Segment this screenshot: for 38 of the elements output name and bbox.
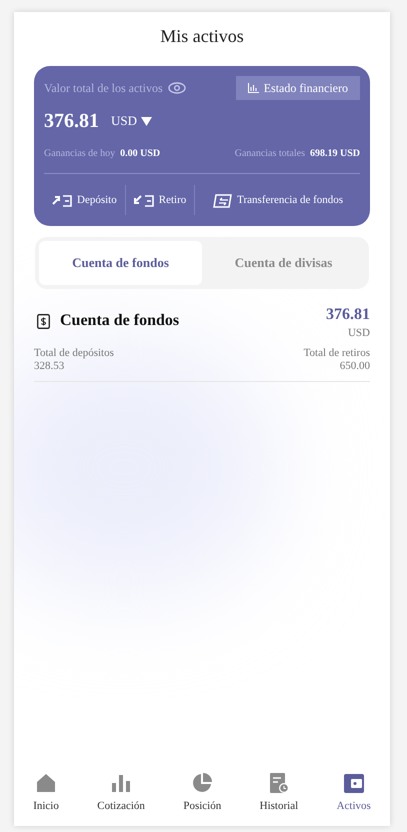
arrow-wallet-icon <box>134 192 154 208</box>
nav-tab[interactable]: Inicio <box>33 772 59 814</box>
deposits-label: Total de depósitos <box>34 347 114 360</box>
today-earnings-value: 0.00 USD <box>120 147 160 161</box>
withdrawals-value: 650.00 <box>340 360 370 373</box>
arrow-wallet-icon <box>52 192 72 208</box>
total-earnings-value: 698.19 USD <box>310 147 360 161</box>
account-tab[interactable]: Cuenta de divisas <box>202 241 365 285</box>
account-amount: 376.81 <box>326 305 370 325</box>
account-name: Cuenta de fondos <box>60 311 180 331</box>
today-earnings-label: Ganancias de hoy <box>44 147 116 161</box>
page-title: Mis activos <box>160 24 244 48</box>
action-button[interactable]: Transferencia de fondos <box>195 192 360 208</box>
caret-icon <box>141 116 152 126</box>
transfer-card-icon <box>212 192 232 208</box>
total-earnings-label: Ganancias totales <box>234 147 305 161</box>
nav-tab[interactable]: Historial <box>260 772 298 814</box>
account-tab[interactable]: Cuenta de fondos <box>39 241 202 285</box>
bar-chart-icon <box>248 83 259 93</box>
dollar-icon <box>37 314 50 328</box>
home-icon <box>35 772 58 794</box>
financial-statement-button[interactable]: Estado financiero <box>236 76 360 100</box>
withdrawals-label: Total de retiros <box>304 347 370 360</box>
total-assets-label: Valor total de los activos <box>44 80 163 97</box>
currency-selector[interactable]: USD <box>111 111 152 131</box>
deposits-value: 328.53 <box>34 360 66 373</box>
document-clock-icon <box>268 772 290 794</box>
account-currency: USD <box>348 327 370 339</box>
nav-tab[interactable]: Posición <box>183 772 222 814</box>
nav-tab[interactable]: Cotización <box>97 772 145 814</box>
action-button[interactable]: Retiro <box>126 192 194 208</box>
total-amount: 376.81 <box>44 109 99 134</box>
bar-chart-icon <box>110 772 132 794</box>
eye-icon[interactable] <box>168 82 186 94</box>
action-button[interactable]: Depósito <box>44 192 125 208</box>
wallet-icon <box>342 772 365 794</box>
pie-chart-icon <box>191 772 214 794</box>
nav-tab[interactable]: Activos <box>336 772 371 814</box>
